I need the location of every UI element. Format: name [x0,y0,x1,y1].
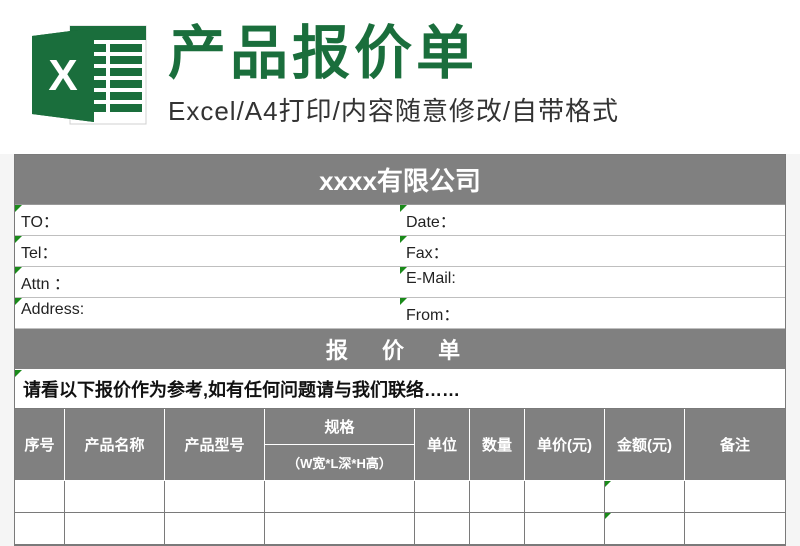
quotation-sheet: xxxx有限公司 TO： Date： Tel： Fax： Attn ： E-Ma… [14,154,786,546]
info-from: From： [400,298,785,329]
table-cell [685,513,785,545]
banner-title: 产品报价单 [168,22,770,86]
table-cell [65,513,165,545]
col-price: 单价(元) [525,409,605,481]
col-product-model: 产品型号 [165,409,265,481]
col-amount: 金额(元) [605,409,685,481]
table-cell [15,481,65,513]
col-spec-label: 规格 [265,409,414,445]
banner-text-block: 产品报价单 Excel/A4打印/内容随意修改/自带格式 [168,22,770,129]
banner-header: X 产品报价单 Excel/A4打印/内容随意修改/自带格式 [0,0,800,154]
table-cell [525,513,605,545]
table-header: 序号 产品名称 产品型号 规格 （W宽*L深*H高） 单位 数量 单价(元) 金… [15,409,785,481]
table-cell [165,513,265,545]
table-cell [15,513,65,545]
table-cell [415,481,470,513]
info-tel: Tel： [15,236,400,267]
col-spec: 规格 （W宽*L深*H高） [265,409,415,481]
col-unit: 单位 [415,409,470,481]
info-fax: Fax： [400,236,785,267]
col-qty: 数量 [470,409,525,481]
table-cell [415,513,470,545]
info-date: Date： [400,205,785,236]
table-cell [525,481,605,513]
info-email: E-Mail: [400,267,785,298]
table-cell [605,513,685,545]
info-address: Address: [15,298,400,329]
col-seq: 序号 [15,409,65,481]
info-to: TO： [15,205,400,236]
table-cell [265,513,415,545]
table-cell [685,481,785,513]
svg-text:X: X [48,51,77,100]
col-remark: 备注 [685,409,785,481]
contact-info-grid: TO： Date： Tel： Fax： Attn ： E-Mail: Addre… [15,205,785,329]
col-product-name: 产品名称 [65,409,165,481]
table-cell [470,481,525,513]
quote-title: 报 价 单 [15,329,785,369]
table-cell [165,481,265,513]
col-spec-sub: （W宽*L深*H高） [265,445,414,480]
company-name-row: xxxx有限公司 [15,155,785,205]
table-cell [470,513,525,545]
table-cell [605,481,685,513]
table-body [15,481,785,545]
banner-subtitle: Excel/A4打印/内容随意修改/自带格式 [168,91,770,128]
info-attn: Attn ： [15,267,400,298]
table-cell [65,481,165,513]
excel-icon: X [30,20,150,130]
note-row: 请看以下报价作为参考,如有任何问题请与我们联络…… [15,369,785,409]
table-cell [265,481,415,513]
